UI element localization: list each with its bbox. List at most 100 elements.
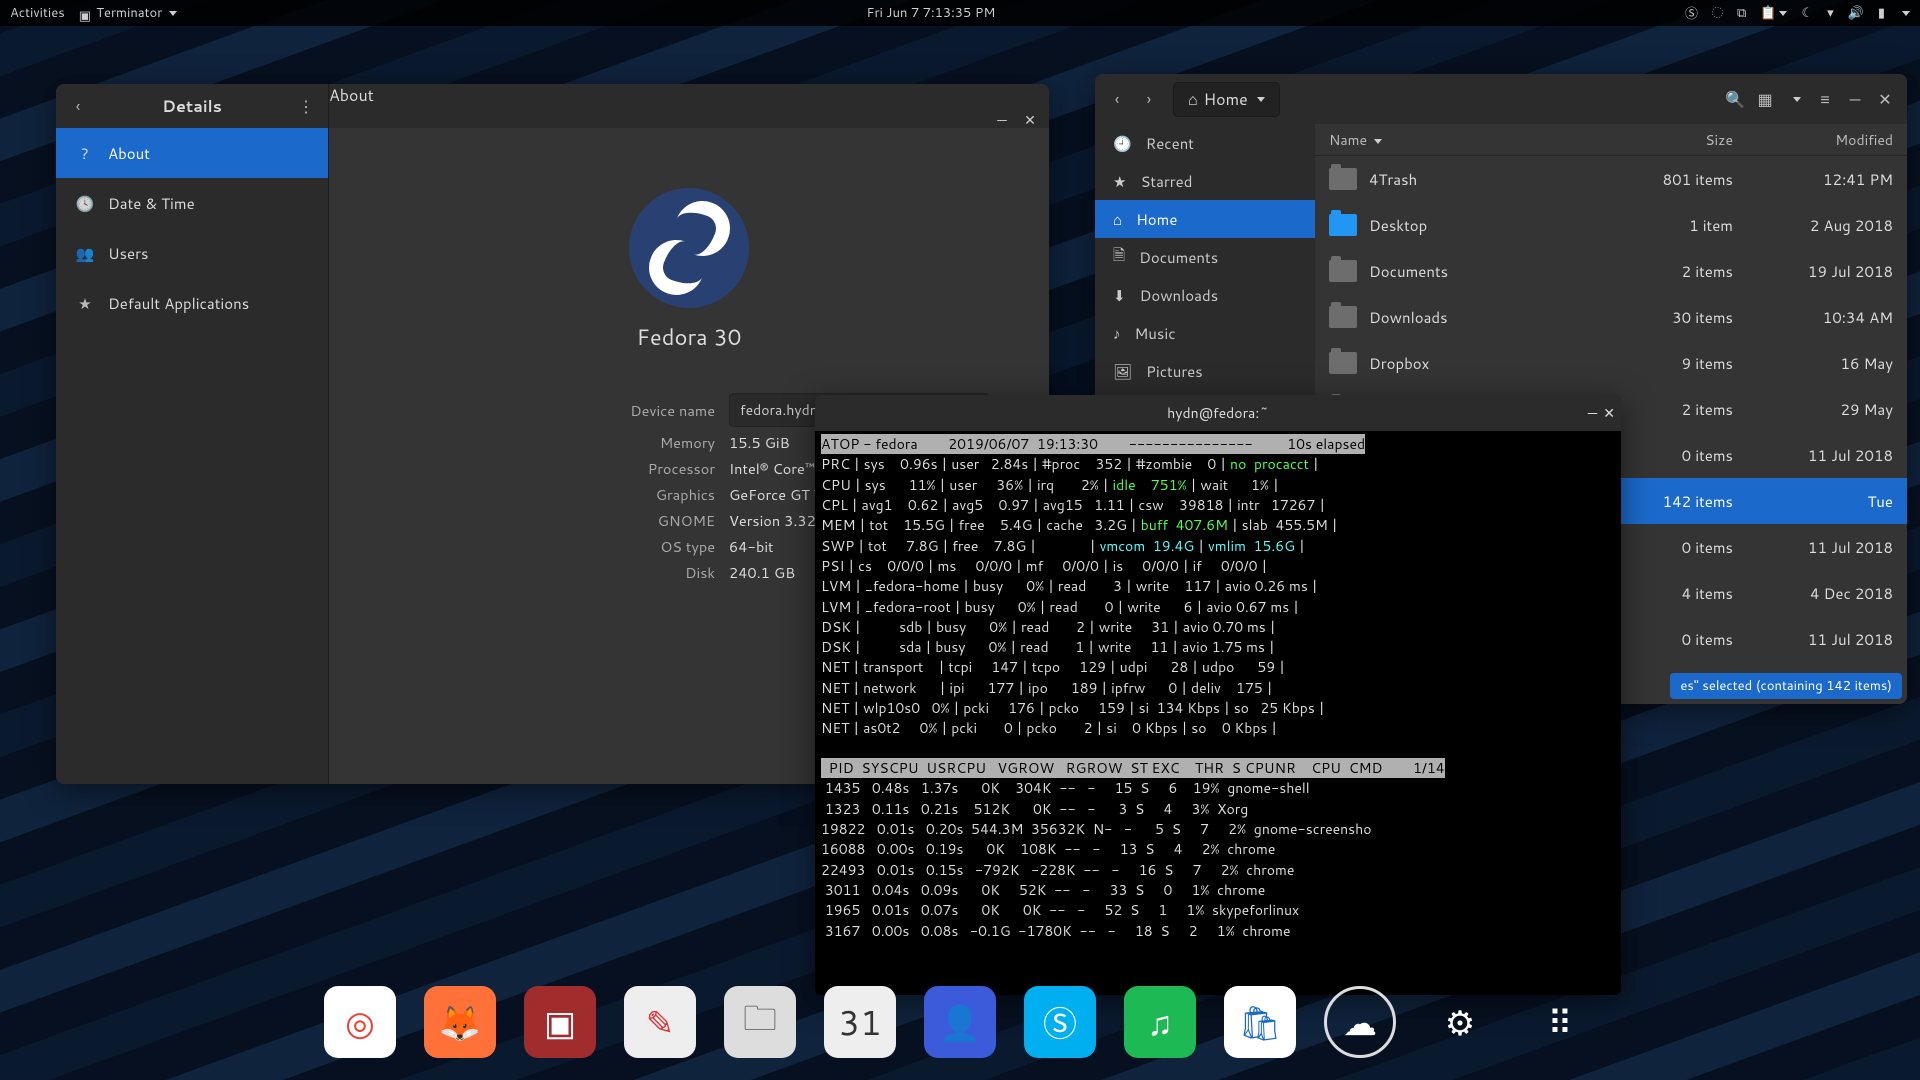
- close-button[interactable]: ✕: [1603, 403, 1615, 423]
- chevron-down-icon: [169, 11, 177, 16]
- sidebar-item-default-applications[interactable]: ★Default Applications: [56, 278, 328, 328]
- contacts-app-icon[interactable]: 👤: [924, 986, 996, 1058]
- skype-tray-icon[interactable]: Ⓢ: [1685, 3, 1698, 23]
- disk-label: Disk: [389, 562, 729, 583]
- file-size: 0 items: [1603, 629, 1733, 650]
- places-item-recent[interactable]: 🕘Recent: [1095, 124, 1315, 162]
- file-modified: 11 Jul 2018: [1733, 537, 1893, 558]
- minimize-button[interactable]: —: [1841, 85, 1869, 113]
- places-item-starred[interactable]: ★Starred: [1095, 162, 1315, 200]
- sort-indicator-icon: [1374, 139, 1382, 144]
- memory-value: 15.5 GiB: [729, 432, 790, 453]
- file-size: 2 items: [1603, 261, 1733, 282]
- settings-titlebar: About — ✕: [329, 84, 1049, 128]
- clipboard-tray-icon[interactable]: 📋: [1760, 4, 1787, 22]
- skype-app-icon[interactable]: Ⓢ: [1024, 986, 1096, 1058]
- file-modified: 29 May: [1733, 399, 1893, 420]
- view-options-button[interactable]: [1781, 85, 1809, 113]
- file-size: 2 items: [1603, 399, 1733, 420]
- hamburger-menu-button[interactable]: ⋮: [292, 92, 320, 120]
- firefox-app-icon[interactable]: 🦊: [424, 986, 496, 1058]
- wifi-tray-icon[interactable]: ▾: [1827, 4, 1834, 22]
- chevron-down-icon: [1257, 97, 1265, 102]
- path-label: Home: [1204, 88, 1248, 111]
- places-item-label: Starred: [1140, 171, 1192, 192]
- file-modified: 11 Jul 2018: [1733, 629, 1893, 650]
- calendar-app-icon[interactable]: 31: [824, 986, 896, 1058]
- file-row[interactable]: Dropbox9 items16 May: [1315, 340, 1907, 386]
- places-item-icon: ♪: [1113, 323, 1121, 344]
- sidebar-item-about[interactable]: ?About: [56, 128, 328, 178]
- places-item-pictures[interactable]: 🖼Pictures: [1095, 352, 1315, 390]
- file-modified: 2 Aug 2018: [1733, 215, 1893, 236]
- sidebar-item-date-time[interactable]: 🕓Date & Time: [56, 178, 328, 228]
- gnome-label: GNOME: [389, 510, 729, 531]
- volume-tray-icon[interactable]: 🔊: [1848, 4, 1864, 22]
- weather-app-icon[interactable]: ☁: [1324, 986, 1396, 1058]
- file-name: 4Trash: [1369, 169, 1603, 190]
- places-item-icon: 🗎: [1113, 244, 1125, 270]
- terminal-app-icon[interactable]: ▣: [524, 986, 596, 1058]
- terminal-content[interactable]: ATOP - fedora 2019/06/07 19:13:30 ------…: [815, 431, 1621, 946]
- places-item-home[interactable]: ⌂Home: [1095, 200, 1315, 238]
- show-apps-icon[interactable]: ⠿: [1524, 986, 1596, 1058]
- hamburger-menu-button[interactable]: ≡: [1811, 85, 1839, 113]
- dropbox-tray-icon[interactable]: ⧉: [1737, 4, 1746, 22]
- sidebar-item-users[interactable]: 👥Users: [56, 228, 328, 278]
- column-size[interactable]: Size: [1603, 130, 1733, 150]
- files-app-icon[interactable]: 🗀: [724, 986, 796, 1058]
- topbar: Activities ▣ Terminator Fri Jun 7 7:13:3…: [0, 0, 1920, 26]
- night-tray-icon[interactable]: ☾: [1801, 4, 1813, 22]
- file-row[interactable]: Desktop1 item2 Aug 2018: [1315, 202, 1907, 248]
- os-name: Fedora 30: [389, 322, 989, 353]
- path-bar[interactable]: ⌂ Home: [1173, 82, 1280, 117]
- places-item-music[interactable]: ♪Music: [1095, 314, 1315, 352]
- back-button[interactable]: ‹: [1103, 85, 1131, 113]
- settings-app-icon[interactable]: ⚙: [1424, 986, 1496, 1058]
- app-menu[interactable]: ▣ Terminator: [79, 4, 177, 22]
- terminal-titlebar: hydn@fedora:~ — ✕: [815, 395, 1621, 431]
- view-mode-button[interactable]: ▦: [1751, 85, 1779, 113]
- sidebar-item-label: About: [108, 143, 150, 164]
- spotify-app-icon[interactable]: ♫: [1124, 986, 1196, 1058]
- file-size: 30 items: [1603, 307, 1733, 328]
- activities-button[interactable]: Activities: [10, 4, 65, 22]
- sync-tray-icon[interactable]: ◌: [1712, 4, 1723, 22]
- file-row[interactable]: 4Trash801 items12:41 PM: [1315, 156, 1907, 202]
- terminal-window: hydn@fedora:~ — ✕ ATOP - fedora 2019/06/…: [815, 395, 1621, 995]
- forward-button[interactable]: ›: [1135, 85, 1163, 113]
- file-row[interactable]: Documents2 items19 Jul 2018: [1315, 248, 1907, 294]
- file-size: 4 items: [1603, 583, 1733, 604]
- chevron-down-icon: [1793, 97, 1801, 102]
- settings-side-title: Details: [56, 95, 328, 118]
- minimize-button[interactable]: —: [1588, 403, 1597, 423]
- file-size: 801 items: [1603, 169, 1733, 190]
- settings-side-header: ‹ Details ⋮: [56, 84, 328, 128]
- text-editor-app-icon[interactable]: ✎: [624, 986, 696, 1058]
- file-modified: 16 May: [1733, 353, 1893, 374]
- places-item-icon: ⬇: [1113, 285, 1126, 306]
- folder-icon: [1329, 306, 1357, 328]
- places-item-documents[interactable]: 🗎Documents: [1095, 238, 1315, 276]
- sidebar-item-label: Date & Time: [108, 193, 195, 214]
- chrome-app-icon[interactable]: ◎: [324, 986, 396, 1058]
- sidebar-item-label: Default Applications: [108, 293, 249, 314]
- places-item-label: Pictures: [1146, 361, 1203, 382]
- disk-value: 240.1 GB: [729, 562, 795, 583]
- battery-tray-icon[interactable]: ▮: [1878, 4, 1885, 22]
- app-menu-label: Terminator: [96, 4, 162, 22]
- device-name-label: Device name: [389, 400, 729, 421]
- folder-icon: [1329, 168, 1357, 190]
- file-modified: Tue: [1733, 491, 1893, 512]
- column-modified[interactable]: Modified: [1733, 130, 1893, 150]
- close-button[interactable]: ✕: [1871, 85, 1899, 113]
- file-row[interactable]: Downloads30 items10:34 AM: [1315, 294, 1907, 340]
- file-size: 9 items: [1603, 353, 1733, 374]
- search-button[interactable]: 🔍: [1721, 85, 1749, 113]
- ostype-label: OS type: [389, 536, 729, 557]
- clock[interactable]: Fri Jun 7 7:13:35 PM: [177, 4, 1685, 22]
- places-item-downloads[interactable]: ⬇Downloads: [1095, 276, 1315, 314]
- software-app-icon[interactable]: 🛍: [1224, 986, 1296, 1058]
- column-name[interactable]: Name: [1329, 130, 1603, 150]
- folder-icon: [1329, 352, 1357, 374]
